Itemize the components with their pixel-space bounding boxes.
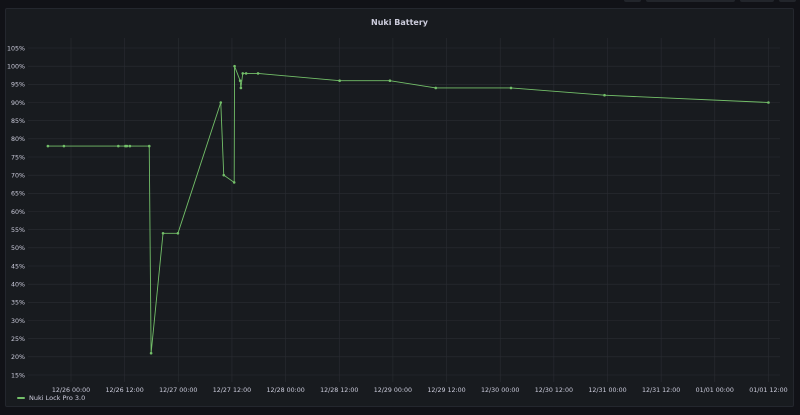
y-tick-label: 75% xyxy=(11,154,25,161)
data-point xyxy=(62,144,66,148)
data-point xyxy=(388,79,392,82)
legend-label[interactable]: Nuki Lock Pro 3.0 xyxy=(29,394,85,402)
y-tick-label: 20% xyxy=(11,354,25,361)
data-point xyxy=(222,173,226,177)
y-tick-label: 15% xyxy=(11,372,25,379)
x-tick-label: 12/26 12:00 xyxy=(106,387,144,394)
data-point xyxy=(233,64,236,68)
x-tick-label: 12/29 00:00 xyxy=(374,387,412,394)
y-tick-label: 30% xyxy=(11,318,25,325)
y-tick-label: 35% xyxy=(11,300,25,307)
x-tick-label: 12/29 12:00 xyxy=(427,387,465,394)
data-point xyxy=(161,232,165,235)
y-tick-label: 50% xyxy=(11,245,25,252)
legend[interactable]: Nuki Lock Pro 3.0 xyxy=(17,394,85,402)
x-tick-label: 12/31 00:00 xyxy=(588,387,626,394)
data-point xyxy=(125,144,129,148)
data-point xyxy=(128,144,132,148)
x-tick-label: 12/28 00:00 xyxy=(266,387,304,394)
y-tick-label: 80% xyxy=(11,136,25,143)
series-line xyxy=(47,66,769,354)
y-tick-label: 85% xyxy=(11,118,25,125)
x-tick-label: 12/28 12:00 xyxy=(320,387,358,394)
data-point xyxy=(239,86,243,90)
data-point xyxy=(603,93,606,97)
data-point xyxy=(232,181,236,184)
x-tick-label: 12/27 12:00 xyxy=(213,387,251,394)
data-point xyxy=(149,351,153,355)
x-tick-label: 12/27 00:00 xyxy=(159,387,197,394)
y-tick-label: 25% xyxy=(11,336,25,343)
y-tick-label: 45% xyxy=(11,263,25,270)
legend-swatch xyxy=(17,397,25,399)
x-tick-label: 12/31 12:00 xyxy=(642,387,680,394)
y-tick-label: 65% xyxy=(11,191,25,198)
y-tick-label: 60% xyxy=(11,209,25,216)
data-point xyxy=(147,144,151,148)
data-point xyxy=(767,101,770,104)
data-point xyxy=(509,86,513,90)
chart-plot: 15% 20% 25% 30% 35% 40% 45% 50% 55% 60% 65% 70% 75% 8… xyxy=(7,38,788,394)
x-tick-label: 12/30 00:00 xyxy=(481,387,519,394)
y-tick-label: 70% xyxy=(11,172,25,179)
x-tick-label: 12/30 12:00 xyxy=(535,387,573,394)
y-tick-label: 55% xyxy=(11,227,25,234)
data-point xyxy=(117,144,120,148)
y-tick-label: 90% xyxy=(11,100,25,107)
data-point xyxy=(338,79,341,82)
y-tick-label: 105% xyxy=(7,45,25,52)
x-tick-label: 01/01 12:00 xyxy=(749,387,787,394)
y-tick-label: 40% xyxy=(11,281,25,288)
data-point xyxy=(244,72,248,75)
x-tick-label: 01/01 00:00 xyxy=(696,387,734,394)
x-tick-label: 12/26 00:00 xyxy=(52,387,90,394)
data-point xyxy=(46,144,50,148)
data-point xyxy=(434,86,438,90)
data-point xyxy=(241,72,245,75)
y-tick-label: 100% xyxy=(7,63,25,70)
data-point xyxy=(176,232,180,235)
data-point xyxy=(219,101,223,104)
data-point xyxy=(256,72,260,75)
y-tick-label: 95% xyxy=(11,82,25,89)
data-point xyxy=(238,79,242,82)
